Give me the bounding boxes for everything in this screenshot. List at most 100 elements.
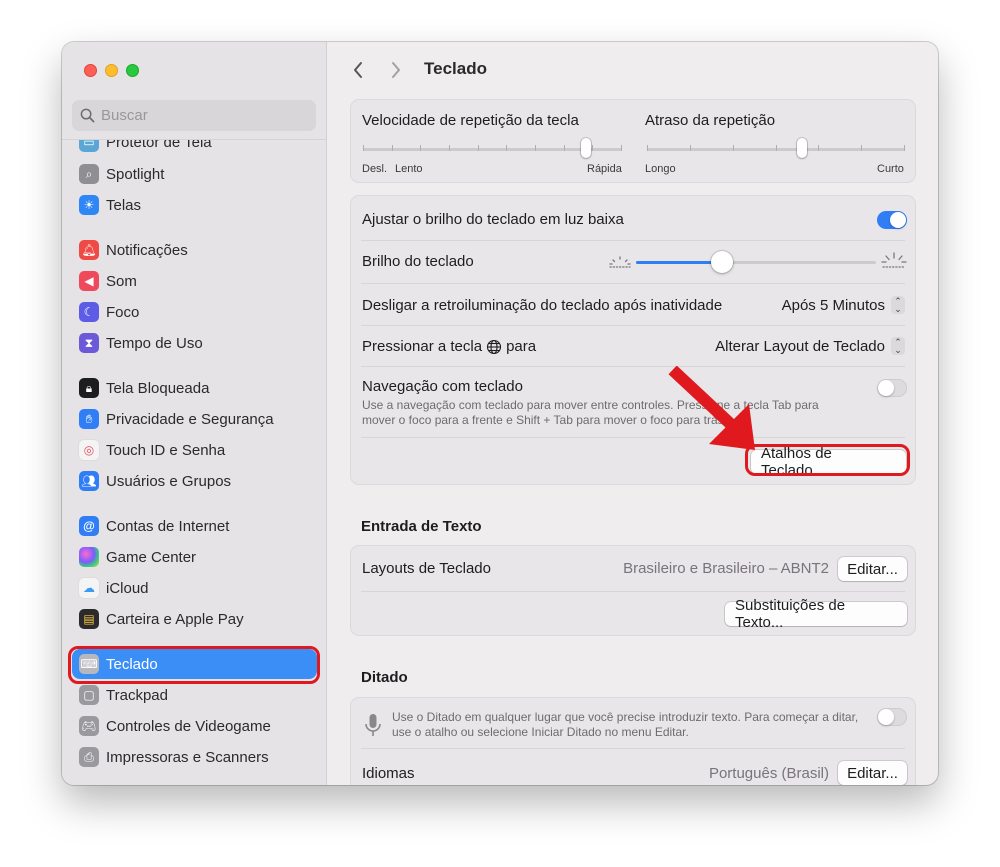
repeat-slow-label: Lento [395, 163, 423, 175]
delay-min-label: Longo [645, 163, 676, 175]
dictation-description-2: use o atalho ou selecione Iniciar Ditado… [392, 725, 689, 739]
repeat-min-label: Desl. [362, 163, 388, 175]
keyboard-layouts-value: Brasileiro e Brasileiro – ABNT2 [623, 560, 829, 577]
sidebar-item-label: iCloud [106, 579, 149, 597]
sidebar-item-wallet[interactable]: ▤ Carteira e Apple Pay [72, 604, 317, 634]
keyboard-nav-toggle[interactable] [877, 379, 907, 397]
fingerprint-icon: ◎ [79, 440, 99, 460]
divider [361, 748, 905, 749]
sidebar-item-screen-time[interactable]: ⧗ Tempo de Uso [72, 328, 317, 358]
minimize-window-button[interactable] [105, 64, 118, 77]
speaker-icon: ◀ [79, 271, 99, 291]
printer-icon: ⎙ [79, 747, 99, 767]
sidebar-item-notifications[interactable]: 🔔︎ Notificações [72, 235, 317, 265]
sidebar-item-spotlight[interactable]: ⌕ Spotlight [72, 159, 317, 189]
adjust-brightness-toggle[interactable] [877, 211, 907, 229]
sun-icon: ☀ [79, 195, 99, 215]
slider-tick [506, 145, 508, 151]
sidebar-item-label: Tela Bloqueada [106, 379, 210, 397]
sidebar-item-internet-accounts[interactable]: @ Contas de Internet [72, 511, 317, 541]
slider-tick [477, 145, 479, 151]
slider-tick [420, 145, 422, 151]
forward-button[interactable] [386, 60, 406, 80]
sidebar-item-trackpad[interactable]: ▢ Trackpad [72, 680, 317, 710]
slider-tick [775, 145, 777, 151]
brightness-knob[interactable] [711, 251, 734, 273]
divider [361, 283, 905, 284]
dictation-description-1: Use o Ditado em qualquer lugar que você … [392, 710, 859, 724]
search-input[interactable] [101, 107, 301, 124]
divider [361, 591, 905, 592]
updown-chevron-icon: ⌃ ⌄ [891, 296, 905, 314]
sidebar-item-focus[interactable]: ☾ Foco [72, 297, 317, 327]
wallet-icon: ▤ [79, 609, 99, 629]
sidebar-item-label: Game Center [106, 548, 197, 566]
globe-key-popup[interactable]: Alterar Layout de Teclado ⌃ ⌄ [715, 337, 905, 355]
sidebar-item-label: Foco [106, 303, 140, 321]
toolbar: Teclado [328, 42, 938, 98]
sidebar-item-game-center[interactable]: Game Center [72, 542, 317, 572]
slider-tick [689, 145, 691, 151]
sidebar-item-label: Tempo de Uso [106, 334, 203, 352]
backlight-off-value: Após 5 Minutos [781, 296, 885, 314]
chevron-right-icon [392, 62, 400, 78]
slider-tick [904, 145, 905, 151]
updown-chevron-icon: ⌃ ⌄ [891, 337, 905, 355]
zoom-window-button[interactable] [126, 64, 139, 77]
magnifier-icon: ⌕ [79, 164, 99, 184]
sidebar-item-label: Impressoras e Scanners [106, 748, 269, 766]
main-pane: Teclado Velocidade de repetição da tecla… [328, 42, 938, 785]
globe-key-label: Pressionar a tecla para [362, 338, 536, 355]
sidebar-item-label: Som [106, 272, 137, 290]
slider-tick [861, 145, 863, 151]
slider-tick [363, 145, 364, 151]
keyboard-brightness-label: Brilho do teclado [362, 253, 474, 270]
edit-layouts-button[interactable]: Editar... [838, 557, 907, 581]
sidebar-item-printers[interactable]: ⎙ Impressoras e Scanners [72, 742, 317, 772]
dictation-toggle[interactable] [877, 708, 907, 726]
sidebar-item-label: Carteira e Apple Pay [106, 610, 244, 628]
text-input-card: Layouts de Teclado Brasileiro e Brasilei… [350, 545, 916, 636]
gamepad-icon: 🎮︎ [79, 716, 99, 736]
settings-window: ▭ Protetor de Tela ⌕ Spotlight ☀ Telas 🔔… [62, 42, 938, 785]
lock-icon: 🔒︎ [79, 378, 99, 398]
screensaver-icon: ▭ [79, 140, 99, 152]
backlight-off-popup[interactable]: Após 5 Minutos ⌃ ⌄ [782, 296, 905, 314]
bell-icon: 🔔︎ [79, 240, 99, 260]
cloud-icon: ☁ [79, 578, 99, 598]
moon-icon: ☾ [79, 302, 99, 322]
sidebar-item-users[interactable]: 👥︎ Usuários e Grupos [72, 466, 317, 496]
repeat-delay-knob[interactable] [796, 138, 807, 158]
sidebar-item-privacy[interactable]: ✋︎ Privacidade e Segurança [72, 404, 317, 434]
divider [361, 240, 905, 241]
slider-tick [563, 145, 565, 151]
repeat-max-label: Rápida [587, 163, 622, 175]
back-button[interactable] [348, 60, 368, 80]
sidebar-item-lock-screen[interactable]: 🔒︎ Tela Bloqueada [72, 373, 317, 403]
repeat-delay-label: Atraso da repetição [645, 112, 776, 129]
text-input-section-title: Entrada de Texto [361, 518, 482, 535]
search-icon [80, 108, 95, 123]
repeat-speed-knob[interactable] [580, 138, 591, 158]
sidebar-item-label: Controles de Videogame [106, 717, 271, 735]
edit-languages-button[interactable]: Editar... [838, 761, 907, 785]
sidebar-list: ▭ Protetor de Tela ⌕ Spotlight ☀ Telas 🔔… [62, 139, 327, 785]
sidebar-item-touch-id[interactable]: ◎ Touch ID e Senha [72, 435, 317, 465]
sidebar-item-screensaver[interactable]: ▭ Protetor de Tela [72, 140, 317, 157]
keyboard-nav-label: Navegação com teclado [362, 378, 523, 395]
sidebar-item-label: Spotlight [106, 165, 165, 183]
key-repeat-card: Velocidade de repetição da tecla Atraso … [350, 99, 916, 183]
backlight-off-label: Desligar a retroiluminação do teclado ap… [362, 297, 723, 314]
sidebar-item-label: Notificações [106, 241, 188, 259]
close-window-button[interactable] [84, 64, 97, 77]
search-field[interactable] [72, 100, 316, 131]
sidebar-item-label: Contas de Internet [106, 517, 230, 535]
brightness-fill [636, 261, 723, 264]
sidebar-item-label: Usuários e Grupos [106, 472, 232, 490]
sidebar-item-sound[interactable]: ◀ Som [72, 266, 317, 296]
sidebar-item-icloud[interactable]: ☁ iCloud [72, 573, 317, 603]
sidebar-item-label: Touch ID e Senha [106, 441, 226, 459]
sidebar-item-telas[interactable]: ☀ Telas [72, 190, 317, 220]
text-substitutions-button[interactable]: Substituições de Texto... [725, 597, 907, 631]
sidebar-item-game-controllers[interactable]: 🎮︎ Controles de Videogame [72, 711, 317, 741]
